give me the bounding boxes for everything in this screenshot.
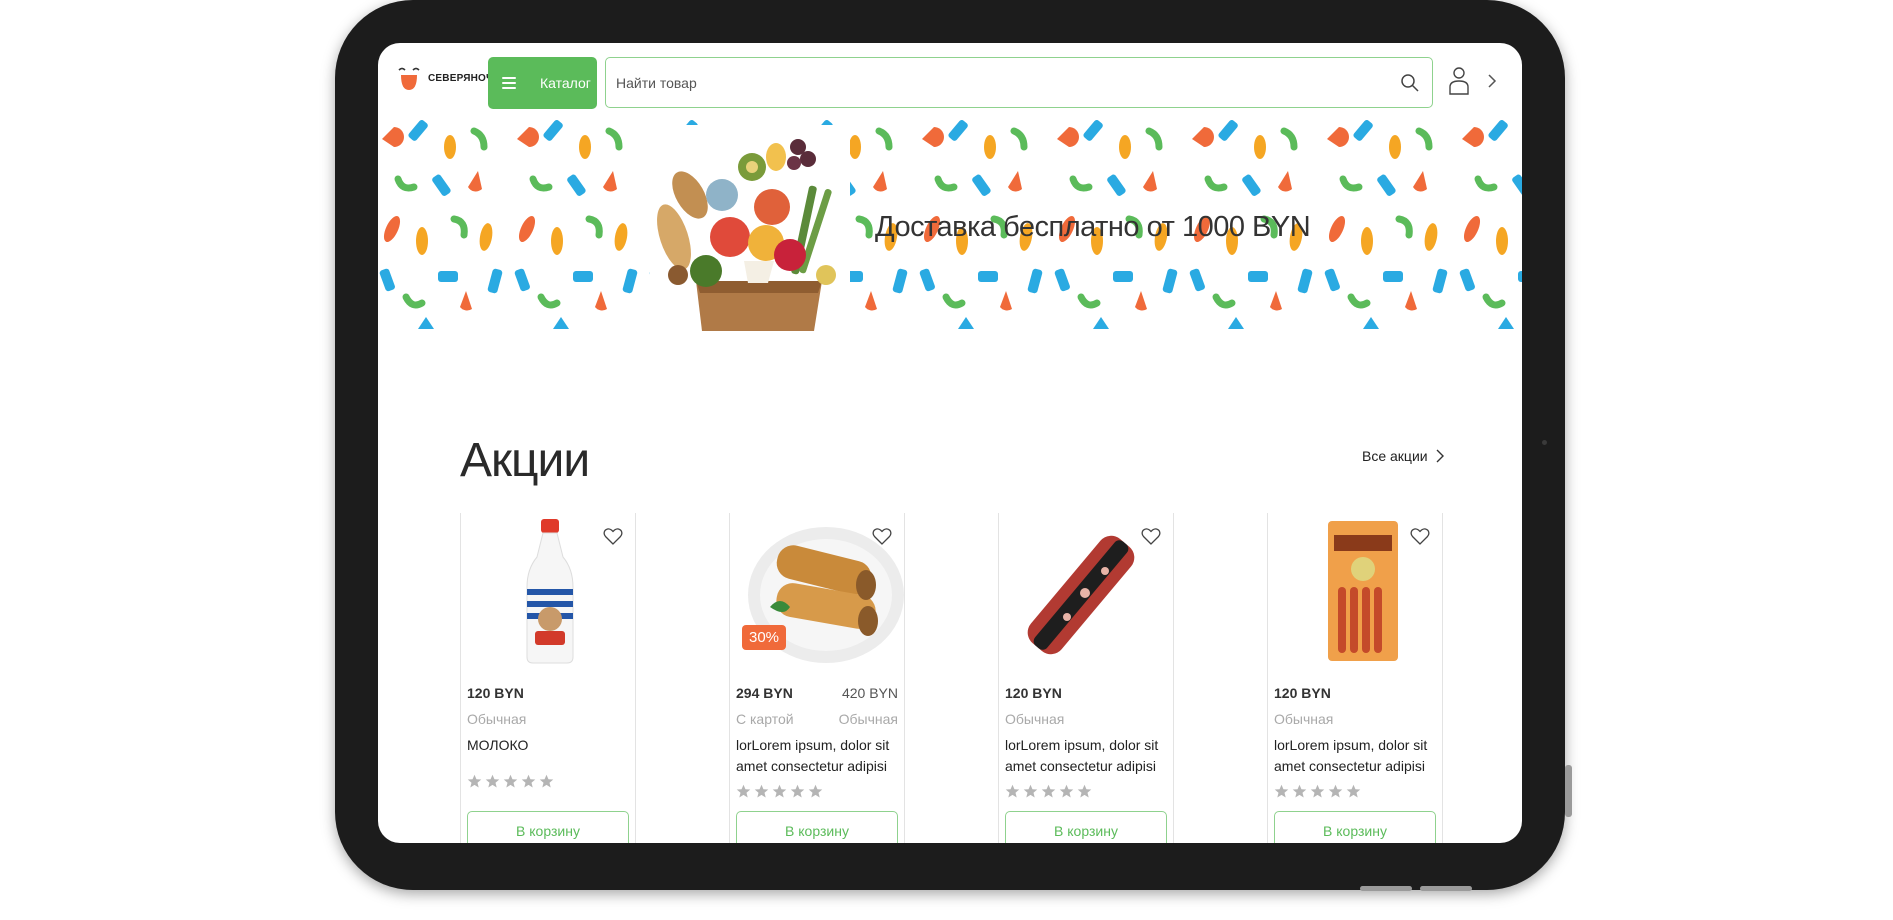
star-icon[interactable] [1023, 784, 1038, 799]
rating-stars[interactable] [1274, 784, 1361, 799]
star-icon[interactable] [521, 774, 536, 789]
price-type: Обычная [1005, 711, 1065, 727]
power-button [1360, 886, 1412, 891]
product-name[interactable]: lorLorem ipsum, dolor sit amet consectet… [736, 735, 896, 777]
star-icon[interactable] [467, 774, 482, 789]
add-to-cart-button[interactable]: В корзину [1005, 811, 1167, 843]
favorite-heart-icon[interactable] [603, 527, 623, 546]
rating-stars[interactable] [736, 784, 823, 799]
search-icon[interactable] [1400, 73, 1420, 93]
price-type: С картой [736, 711, 794, 727]
product-card[interactable]: 120 BYN Обычная МОЛОКО В корзину [460, 513, 636, 843]
favorite-heart-icon[interactable] [872, 527, 892, 546]
catalog-label: Каталог [540, 75, 591, 91]
product-card[interactable]: 120 BYN Обычная lorLorem ipsum, dolor si… [1267, 513, 1443, 843]
catalog-button[interactable]: Каталог [488, 57, 597, 109]
product-name[interactable]: МОЛОКО [467, 735, 627, 756]
chevron-right-icon[interactable] [1487, 73, 1497, 89]
search-input[interactable] [614, 58, 1378, 108]
chevron-right-icon [1436, 449, 1444, 463]
search-box [605, 57, 1433, 108]
star-icon[interactable] [772, 784, 787, 799]
star-icon[interactable] [503, 774, 518, 789]
star-icon[interactable] [1041, 784, 1056, 799]
menu-icon [502, 77, 516, 89]
promotions-title: Акции [460, 434, 590, 487]
star-icon[interactable] [1274, 784, 1289, 799]
product-card[interactable]: 30% 294 BYN 420 BYN С картой Обычная lor… [729, 513, 905, 843]
star-icon[interactable] [736, 784, 751, 799]
user-icon[interactable] [1448, 66, 1470, 96]
add-to-cart-button[interactable]: В корзину [1274, 811, 1436, 843]
logo-face-icon [398, 67, 420, 90]
favorite-heart-icon[interactable] [1410, 527, 1430, 546]
add-to-cart-button[interactable]: В корзину [467, 811, 629, 843]
all-promotions-label: Все акции [1362, 448, 1428, 464]
price-type: Обычная [467, 711, 527, 727]
product-name[interactable]: lorLorem ipsum, dolor sit amet consectet… [1274, 735, 1434, 777]
grocery-basket-image [650, 125, 850, 331]
product-price: 120 BYN [1274, 685, 1331, 701]
product-price: 120 BYN [467, 685, 524, 701]
price-type-alt: Обычная [838, 711, 898, 727]
rating-stars[interactable] [1005, 784, 1092, 799]
power-button-2 [1420, 886, 1472, 891]
star-icon[interactable] [808, 784, 823, 799]
product-price: 120 BYN [1005, 685, 1062, 701]
star-icon[interactable] [539, 774, 554, 789]
product-name[interactable]: lorLorem ipsum, dolor sit amet consectet… [1005, 735, 1165, 777]
rating-stars[interactable] [467, 774, 554, 789]
star-icon[interactable] [1059, 784, 1074, 799]
camera [1542, 440, 1547, 445]
star-icon[interactable] [1346, 784, 1361, 799]
star-icon[interactable] [1077, 784, 1092, 799]
star-icon[interactable] [754, 784, 769, 799]
delivery-text: Доставка бесплатно от 1000 BYN [875, 211, 1311, 243]
favorite-heart-icon[interactable] [1141, 527, 1161, 546]
star-icon[interactable] [1310, 784, 1325, 799]
star-icon[interactable] [790, 784, 805, 799]
volume-button [1565, 765, 1572, 817]
star-icon[interactable] [1328, 784, 1343, 799]
star-icon[interactable] [1005, 784, 1020, 799]
star-icon[interactable] [1292, 784, 1307, 799]
product-old-price: 420 BYN [841, 685, 898, 701]
screen: СЕВЕРЯНОЧКА Каталог Найти товар Доставка… [378, 43, 1522, 843]
discount-badge: 30% [742, 625, 787, 650]
star-icon[interactable] [485, 774, 500, 789]
add-to-cart-button[interactable]: В корзину [736, 811, 898, 843]
price-type: Обычная [1274, 711, 1334, 727]
delivery-banner[interactable]: Доставка бесплатно от 1000 BYN [378, 119, 1522, 339]
product-card[interactable]: 120 BYN Обычная lorLorem ipsum, dolor si… [998, 513, 1174, 843]
all-promotions-link[interactable]: Все акции [1362, 448, 1444, 464]
product-price: 294 BYN [736, 685, 793, 701]
